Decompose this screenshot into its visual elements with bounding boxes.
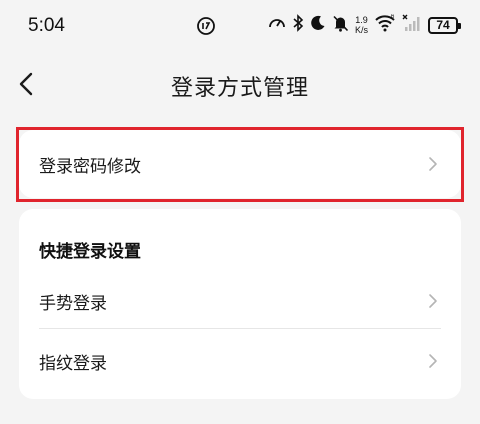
notification-app-icon [196, 16, 216, 40]
nav-bar: 登录方式管理 [0, 52, 480, 116]
speedometer-icon [268, 14, 286, 36]
change-password-label: 登录密码修改 [39, 156, 141, 177]
gesture-login-label: 手势登录 [39, 293, 107, 314]
status-time: 5:04 [28, 15, 65, 36]
fingerprint-login-item[interactable]: 指纹登录 [19, 333, 461, 389]
bluetooth-icon [292, 14, 304, 36]
chevron-right-icon [429, 354, 437, 368]
fingerprint-login-label: 指纹登录 [39, 353, 107, 374]
status-icons: 1.9 K/s 6 74 [268, 14, 461, 36]
page-title: 登录方式管理 [170, 76, 309, 101]
signal-icon [402, 14, 422, 36]
bell-muted-icon [332, 15, 349, 36]
moon-icon [310, 15, 326, 35]
network-speed: 1.9 K/s [355, 15, 368, 35]
quick-login-card: 快捷登录设置 手势登录 指纹登录 [19, 209, 461, 399]
network-speed-unit: K/s [354, 25, 368, 35]
wifi-icon: 6 [374, 14, 396, 36]
network-speed-value: 1.9 [355, 15, 368, 25]
gesture-login-item[interactable]: 手势登录 [19, 273, 461, 329]
battery-level: 74 [436, 18, 450, 32]
divider [39, 328, 441, 329]
chevron-right-icon [429, 294, 437, 308]
status-bar: 5:04 1.9 K/s 6 74 [0, 0, 480, 52]
change-password-item[interactable]: 登录密码修改 [19, 130, 461, 198]
quick-login-title: 快捷登录设置 [39, 242, 141, 262]
chevron-right-icon [429, 157, 437, 171]
password-card: 登录密码修改 [19, 130, 461, 198]
battery-icon: 74 [428, 16, 461, 34]
